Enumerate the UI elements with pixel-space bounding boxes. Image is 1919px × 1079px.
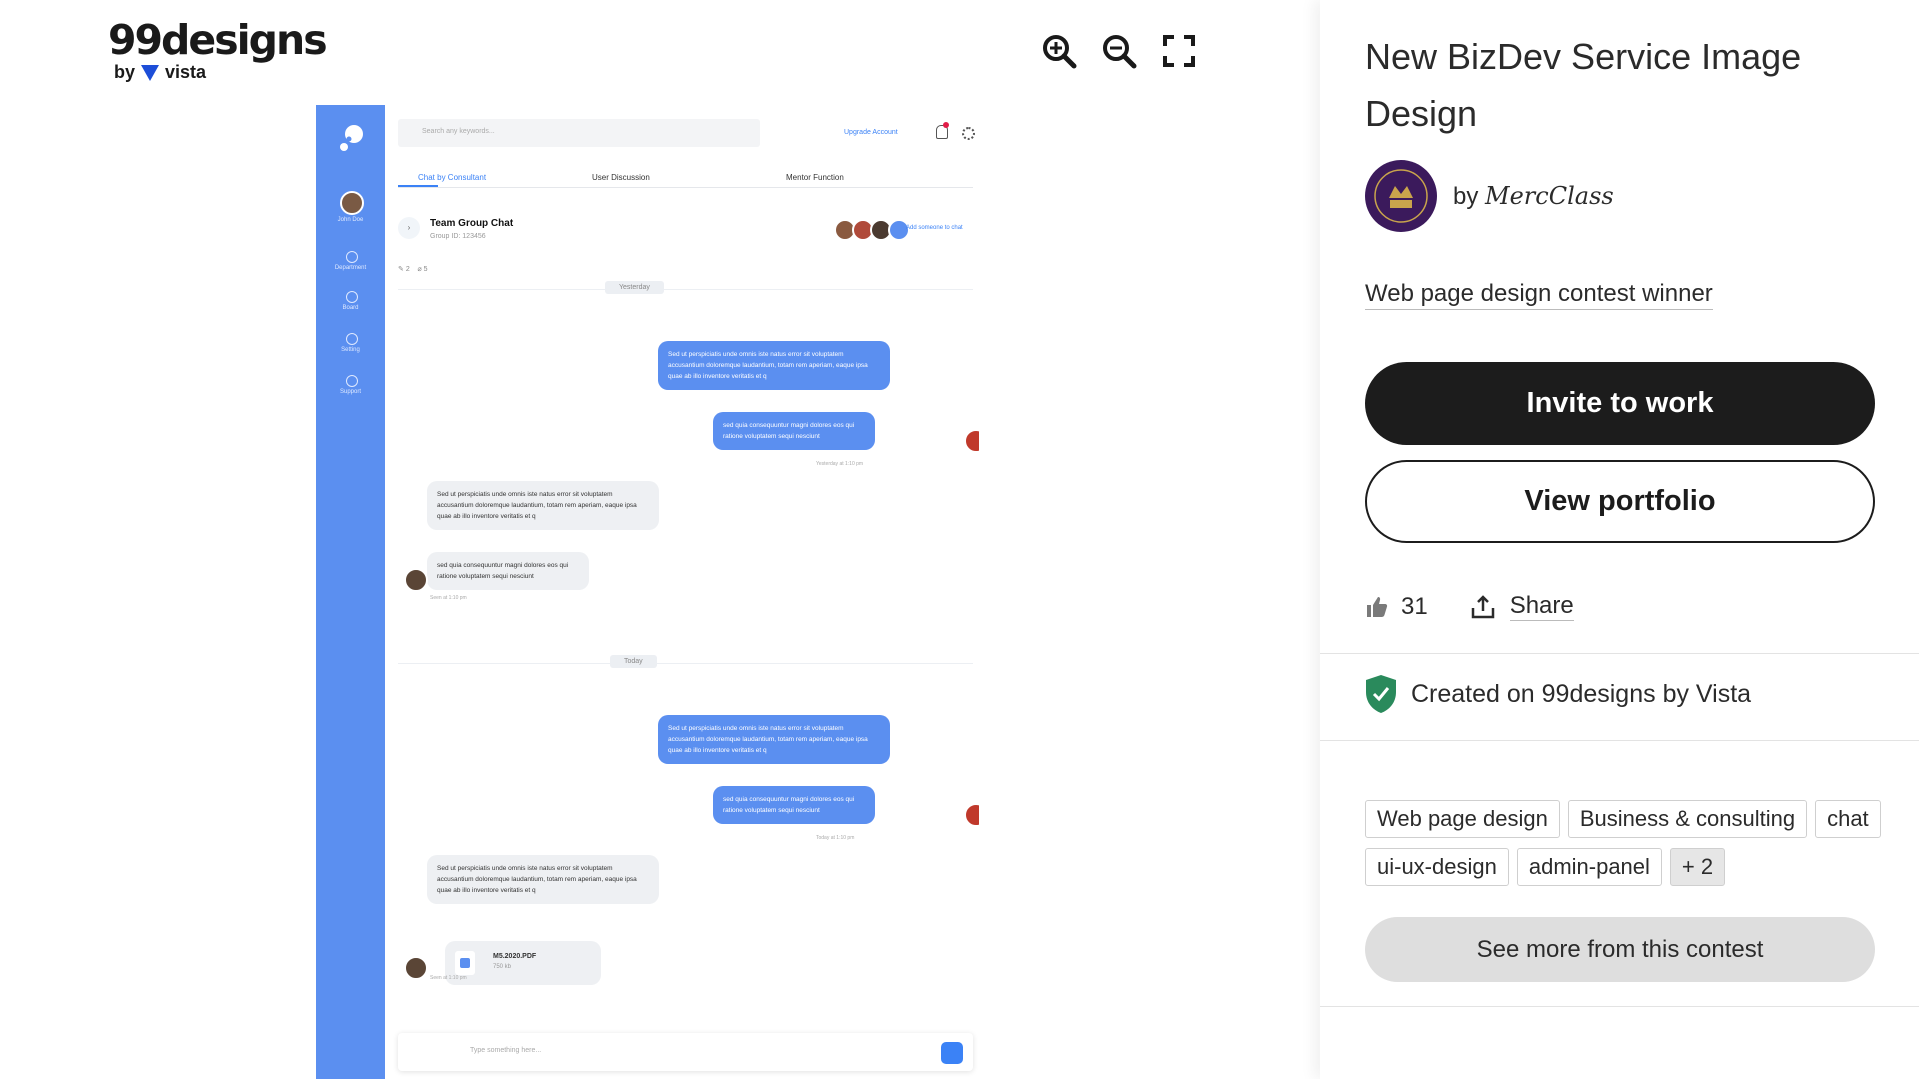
brand-sub: by vista <box>108 62 326 83</box>
mock-notification-dot <box>943 122 949 128</box>
mock-receiver-avatar <box>404 568 428 592</box>
brand-logo[interactable]: 99designs by vista <box>108 16 328 83</box>
share-label: Share <box>1509 592 1574 621</box>
mock-tab-mentor: Mentor Function <box>786 173 844 182</box>
mock-department-icon <box>346 251 358 263</box>
tag[interactable]: Web page design <box>1365 800 1560 838</box>
thumbs-up-icon <box>1367 596 1388 617</box>
mock-back-icon: › <box>398 217 420 239</box>
created-on-text: Created on 99designs by Vista <box>1411 679 1752 708</box>
mock-user-avatar <box>340 191 364 215</box>
fullscreen-icon[interactable] <box>1160 32 1198 70</box>
mock-message-in: Sed ut perspiciatis unde omnis iste natu… <box>427 855 659 904</box>
mock-sender-avatar <box>964 429 979 453</box>
divider <box>1320 1006 1919 1007</box>
mock-file-size: 750 kb <box>493 964 512 970</box>
tag[interactable]: Business & consulting <box>1567 800 1808 838</box>
invite-to-work-button[interactable]: Invite to work <box>1365 362 1875 445</box>
share-button[interactable]: Share <box>1470 592 1574 621</box>
zoom-in-icon[interactable] <box>1040 32 1078 70</box>
designer-by-label: by <box>1453 182 1479 210</box>
mock-gear-icon <box>962 127 975 140</box>
mock-input-placeholder: Type something here... <box>470 1047 542 1054</box>
more-tags-button[interactable]: + 2 <box>1669 848 1726 886</box>
mock-chat-title: Team Group Chat <box>430 218 514 229</box>
design-title: New BizDev Service Image Design <box>1365 36 1802 134</box>
mock-search: Search any keywords... <box>398 119 760 147</box>
mock-message-out: sed quia consequuntur magni dolores eos … <box>713 412 875 450</box>
mock-upgrade: Upgrade Account <box>844 129 898 136</box>
mock-chat-meta: ✎ 2 ⌀ 5 <box>398 265 428 273</box>
brand-by: by <box>114 62 136 82</box>
mock-app-logo-icon <box>340 125 363 151</box>
mock-search-placeholder: Search any keywords... <box>422 128 495 135</box>
mock-user-name: John Doe <box>337 217 364 223</box>
mock-message-out: Sed ut perspiciatis unde omnis iste natu… <box>658 715 890 764</box>
design-image[interactable]: John Doe Department Board Setting Suppor… <box>316 105 979 1079</box>
tag[interactable]: admin-panel <box>1516 848 1662 886</box>
created-on-badge: Created on 99designs by Vista <box>1365 674 1751 714</box>
mock-timestamp: Seen at 1:10 pm <box>430 975 467 981</box>
view-portfolio-button[interactable]: View portfolio <box>1365 460 1875 543</box>
designer-byline: by MercClass <box>1453 182 1614 211</box>
design-actions: 31 Share <box>1365 592 1574 621</box>
vista-icon <box>141 64 160 81</box>
mock-tab-consultant: Chat by Consultant <box>418 173 487 182</box>
viewer-toolbar <box>1040 32 1198 70</box>
mock-nav-department: Department <box>334 265 367 271</box>
designer-info[interactable]: by MercClass <box>1365 160 1614 232</box>
mock-message-out: Sed ut perspiciatis unde omnis iste natu… <box>658 341 890 390</box>
mock-day-divider <box>398 663 973 664</box>
mock-day-divider <box>398 289 973 290</box>
designer-name-link[interactable]: MercClass <box>1485 182 1614 210</box>
like-button[interactable]: 31 <box>1365 593 1428 621</box>
mock-pdf-icon <box>455 951 475 975</box>
mock-pin-icon: ✎ <box>398 266 406 273</box>
contest-winner-link[interactable]: Web page design contest winner <box>1365 280 1713 310</box>
mock-board-icon <box>346 291 358 303</box>
mock-message-out: sed quia consequuntur magni dolores eos … <box>713 786 875 824</box>
mock-add-someone: Add someone to chat <box>906 225 963 231</box>
mock-nav-board: Board <box>342 305 359 311</box>
mock-message-input: Type something here... <box>398 1033 973 1071</box>
mock-tabs: Chat by Consultant User Discussion Mento… <box>398 167 973 188</box>
tag-list: Web page design Business & consulting ch… <box>1365 800 1885 886</box>
mock-day-label: Today <box>610 655 657 668</box>
brand-partner: vista <box>165 62 207 82</box>
tag[interactable]: ui-ux-design <box>1365 848 1509 886</box>
mock-participants <box>834 219 910 241</box>
mock-attach-count: 5 <box>423 266 428 273</box>
tag[interactable]: chat <box>1815 800 1881 838</box>
see-more-contest-button[interactable]: See more from this contest <box>1365 917 1875 982</box>
mock-file-name: M5.2020.PDF <box>493 953 537 960</box>
design-details-panel: New BizDev Service Image Design by MercC… <box>1320 0 1919 1079</box>
shield-check-icon <box>1366 675 1396 713</box>
mock-nav-support: Support <box>339 389 361 395</box>
mock-tab-user-discussion: User Discussion <box>592 173 650 182</box>
mock-timestamp: Today at 1:10 pm <box>816 835 855 841</box>
mock-message-in: Sed ut perspiciatis unde omnis iste natu… <box>427 481 659 530</box>
mock-group-id: Group ID: 123456 <box>430 233 486 240</box>
divider <box>1320 740 1919 741</box>
mock-support-icon <box>346 375 358 387</box>
mock-send-icon <box>941 1042 963 1064</box>
mock-sender-avatar <box>964 803 979 827</box>
mock-nav-setting: Setting <box>341 347 360 353</box>
mock-setting-icon <box>346 333 358 345</box>
zoom-out-icon[interactable] <box>1100 32 1138 70</box>
share-icon <box>1471 594 1494 618</box>
mock-timestamp: Seen at 1:10 pm <box>430 595 467 601</box>
designer-avatar[interactable] <box>1365 160 1437 232</box>
brand-name: 99designs <box>108 16 328 64</box>
like-count: 31 <box>1401 592 1428 620</box>
mock-timestamp: Yesterday at 1:10 pm <box>816 461 864 467</box>
mock-tab-underline <box>398 185 438 187</box>
mock-message-in: sed quia consequuntur magni dolores eos … <box>427 552 589 590</box>
mock-file-attachment: M5.2020.PDF 750 kb <box>445 941 601 985</box>
mock-receiver-avatar <box>404 956 428 980</box>
mock-pin-count: 2 <box>405 266 410 273</box>
mock-day-label: Yesterday <box>605 281 664 294</box>
divider <box>1320 653 1919 654</box>
mock-chat-header: › Team Group Chat Group ID: 123456 Add s… <box>398 217 973 257</box>
